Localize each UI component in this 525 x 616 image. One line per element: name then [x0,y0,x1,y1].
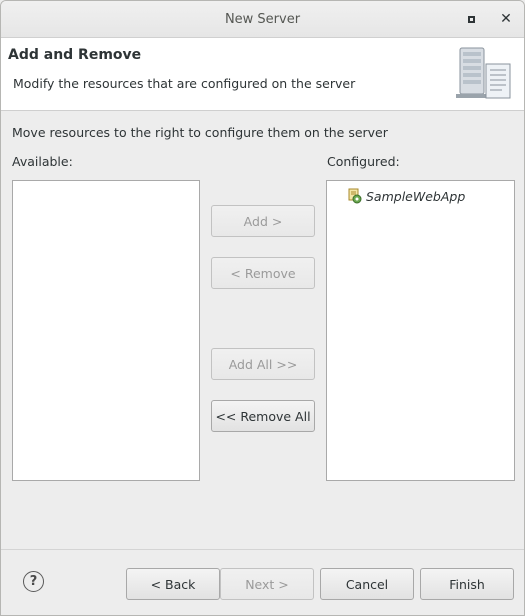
title-bar[interactable]: New Server ✕ [1,1,524,38]
configured-label: Configured: [327,154,400,169]
cancel-button[interactable]: Cancel [320,568,414,600]
window-title: New Server [224,12,301,27]
instruction-text: Move resources to the right to configure… [12,125,388,140]
page-description: Modify the resources that are configured… [13,76,356,91]
remove-all-button[interactable]: << Remove All [211,400,315,432]
next-button[interactable]: Next > [220,568,314,600]
configured-list[interactable]: SampleWebApp [326,180,515,481]
server-wizard-icon [456,46,514,105]
footer-divider [1,549,524,550]
close-icon: ✕ [500,11,512,27]
add-button[interactable]: Add > [211,205,315,237]
wizard-banner: Add and Remove Modify the resources that… [1,38,524,111]
back-button[interactable]: < Back [126,568,220,600]
new-server-dialog: New Server ✕ Add and Remove Modify the r… [0,0,525,616]
page-title: Add and Remove [8,47,142,63]
configured-item-label: SampleWebApp [366,188,466,204]
web-module-icon [348,188,362,204]
available-list[interactable] [12,180,200,481]
help-icon[interactable]: ? [23,571,44,592]
available-label: Available: [12,154,73,169]
list-item[interactable]: SampleWebApp [348,187,465,205]
maximize-icon [467,15,475,23]
finish-button[interactable]: Finish [420,568,514,600]
close-button[interactable]: ✕ [498,11,514,27]
remove-button[interactable]: < Remove [211,257,315,289]
add-all-button[interactable]: Add All >> [211,348,315,380]
maximize-button[interactable] [463,11,479,27]
